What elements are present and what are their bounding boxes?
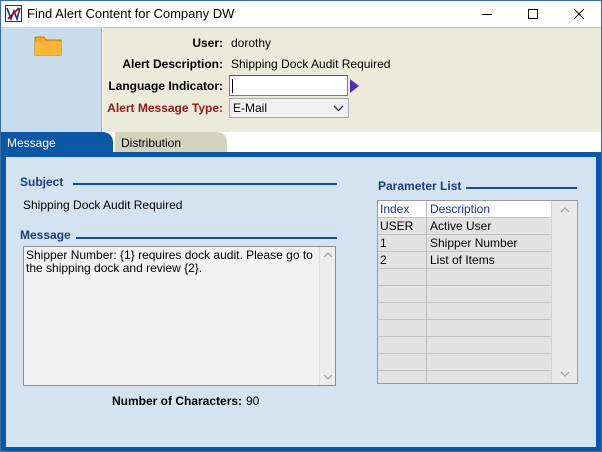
message-section-line (76, 237, 337, 239)
window-title: Find Alert Content for Company DW (27, 6, 235, 21)
table-header-row: Index Description (378, 201, 552, 218)
user-label: User: (192, 36, 223, 50)
table-cell-description (428, 320, 552, 337)
scroll-down-icon[interactable] (560, 369, 570, 379)
parameter-list-line (466, 187, 577, 189)
table-row[interactable]: 1 Shipper Number (378, 235, 552, 252)
table-cell-index (378, 371, 427, 383)
scroll-up-icon[interactable] (560, 205, 570, 215)
maximize-button[interactable] (510, 1, 556, 27)
message-value: Shipper Number: {1} requires dock audit.… (26, 248, 313, 275)
table-row[interactable] (378, 371, 552, 383)
message-section-title: Message (20, 228, 71, 242)
number-of-characters-label: Number of Characters: (112, 394, 243, 408)
left-header-panel (1, 27, 102, 132)
language-lookup-arrow-icon[interactable] (350, 79, 359, 93)
table-cell-index: 1 (378, 235, 427, 252)
table-cell-description: Shipper Number (430, 236, 518, 250)
close-button[interactable] (556, 1, 601, 27)
minimize-icon (482, 14, 492, 15)
tab-message[interactable]: Message (1, 132, 113, 153)
parameter-table-body: Index Description USER Active User 1 Shippe… (378, 201, 552, 383)
app-logo-icon (5, 5, 22, 22)
minimize-button[interactable] (464, 1, 510, 27)
folder-icon (34, 34, 62, 59)
table-cell-index (378, 286, 427, 303)
table-cell-index (378, 269, 427, 286)
alert-description-value: Shipping Dock Audit Required (231, 57, 391, 71)
table-cell-index (378, 320, 427, 337)
table-row[interactable]: USER Active User (378, 218, 552, 235)
maximize-icon (528, 9, 538, 19)
table-row[interactable] (378, 320, 552, 337)
table-row[interactable]: 2 List of Items (378, 252, 552, 269)
message-tab-content: Subject Shipping Dock Audit Required Mes… (6, 157, 596, 447)
scroll-down-icon[interactable] (323, 372, 333, 382)
parameter-list-scrollbar[interactable] (551, 201, 577, 383)
user-value: dorothy (231, 36, 272, 50)
table-cell-index: USER (378, 218, 427, 235)
message-textarea[interactable]: Shipper Number: {1} requires dock audit.… (23, 246, 336, 386)
table-cell-description: Active User (430, 219, 492, 233)
parameter-list-title: Parameter List (378, 179, 462, 193)
table-row[interactable] (378, 286, 552, 303)
table-row[interactable] (378, 303, 552, 320)
subject-section-line (73, 183, 337, 185)
tab-distribution[interactable]: Distribution (115, 132, 227, 153)
table-row[interactable] (378, 269, 552, 286)
find-alert-content-window: Find Alert Content for Company DW User: … (0, 0, 602, 452)
table-cell-index: 2 (378, 252, 427, 269)
scroll-up-icon[interactable] (323, 250, 333, 260)
close-icon (574, 9, 584, 19)
chevron-down-icon (333, 105, 344, 112)
subject-section-title: Subject (20, 175, 64, 189)
language-indicator-input[interactable] (229, 75, 348, 96)
title-bar[interactable]: Find Alert Content for Company DW (1, 1, 601, 27)
language-indicator-label: Language Indicator: (108, 79, 223, 93)
table-cell-description (428, 337, 552, 354)
table-cell-index (378, 337, 427, 354)
table-cell-index (378, 354, 427, 371)
table-cell-description: List of Items (430, 253, 495, 267)
tab-strip: Message Distribution (1, 132, 601, 153)
alert-message-type-value: E-Mail (233, 101, 268, 115)
table-cell-index (378, 303, 427, 320)
alert-message-type-select[interactable]: E-Mail (229, 98, 349, 118)
table-row[interactable] (378, 354, 552, 371)
table-row[interactable] (378, 337, 552, 354)
table-cell-description (428, 269, 552, 286)
column-header-index[interactable]: Index (378, 201, 427, 218)
table-cell-description (428, 286, 552, 303)
message-scrollbar[interactable] (319, 247, 335, 385)
parameter-list-table[interactable]: Index Description USER Active User 1 Shippe… (377, 200, 578, 384)
alert-description-label: Alert Description: (122, 57, 223, 71)
table-cell-description (428, 303, 552, 320)
number-of-characters-value: 90 (246, 394, 260, 408)
table-cell-description (428, 371, 552, 383)
text-caret (232, 79, 233, 93)
subject-value: Shipping Dock Audit Required (23, 198, 183, 212)
alert-info-panel: User: dorothy Alert Description: Shippin… (103, 27, 601, 132)
table-cell-description (428, 354, 552, 371)
column-header-description[interactable]: Description (428, 201, 552, 218)
alert-message-type-label: Alert Message Type: (107, 101, 223, 115)
